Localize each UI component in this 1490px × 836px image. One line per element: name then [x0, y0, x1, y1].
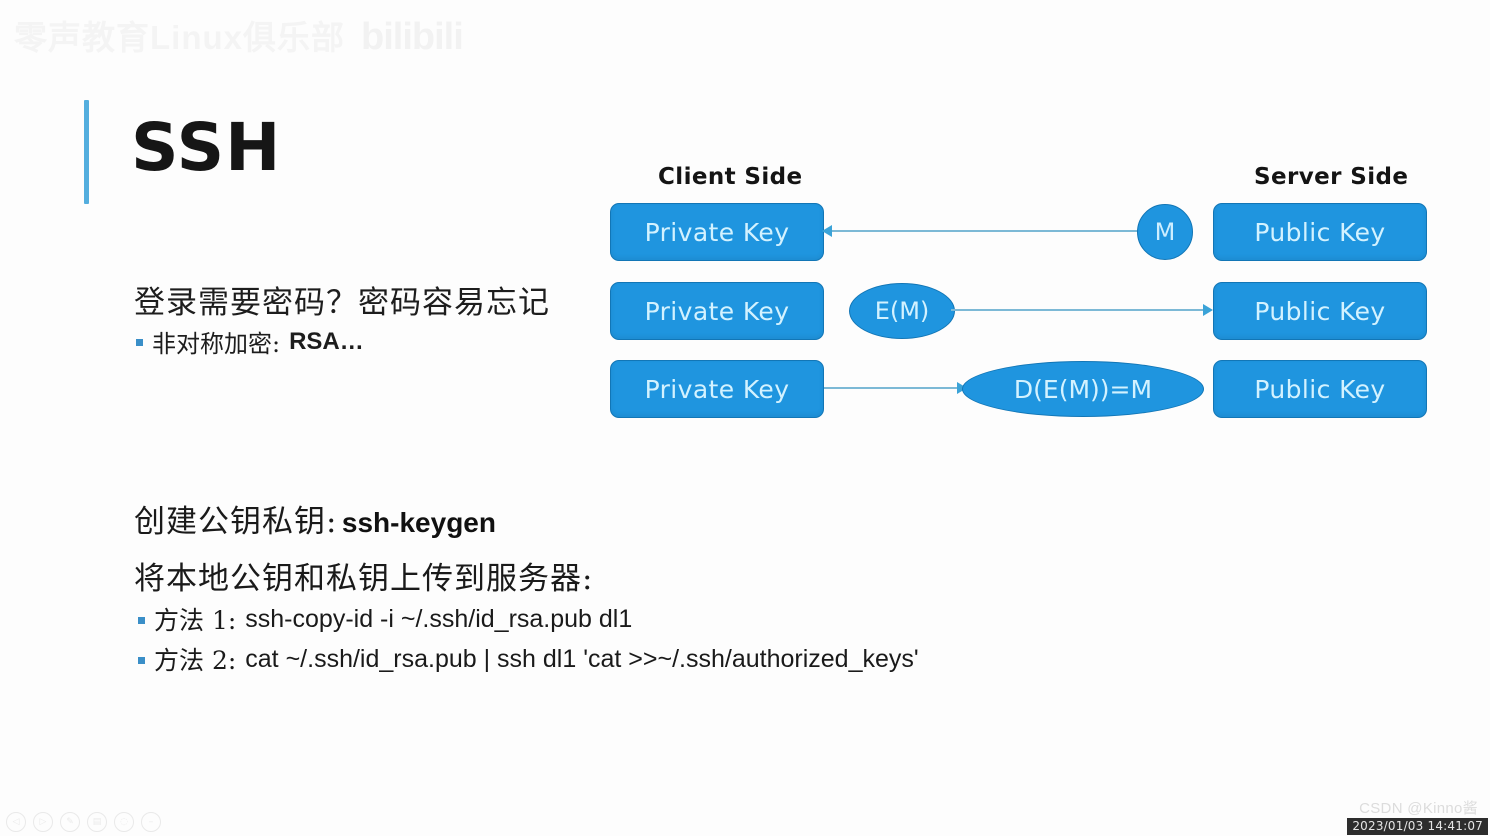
method-1-label: 方法 1: — [154, 606, 237, 635]
encrypt-node-em: E(M) — [849, 283, 955, 339]
lead-question: 登录需要密码？密码容易忘记 — [134, 285, 550, 321]
csdn-watermark: CSDN @Kinno酱 — [1359, 800, 1478, 817]
method-2-row: 方法 2: cat ~/.ssh/id_rsa.pub | ssh dl1 'c… — [138, 641, 919, 677]
connector-row3 — [824, 387, 964, 389]
brand-watermark: 零声教育Linux俱乐部 bilibili — [14, 16, 464, 58]
method-1-command: ssh-copy-id -i ~/.ssh/id_rsa.pub dl1 — [245, 604, 633, 633]
bullet-square-icon — [136, 339, 143, 346]
create-keys-label: 创建公钥私钥: — [134, 504, 338, 540]
upload-keys-label: 将本地公钥和私钥上传到服务器: — [134, 561, 594, 597]
message-node-m: M — [1137, 204, 1193, 260]
private-key-box-row1: Private Key — [610, 203, 824, 261]
public-key-box-row2: Public Key — [1213, 282, 1427, 340]
bilibili-logo-icon: bilibili — [361, 16, 464, 58]
connector-row2 — [951, 309, 1211, 311]
save-icon[interactable]: ▤ — [87, 812, 107, 832]
page-title: SSH — [84, 100, 281, 204]
bullet-label-cn: 非对称加密: — [152, 330, 281, 358]
server-side-label: Server Side — [1254, 164, 1409, 190]
slide-canvas: 零声教育Linux俱乐部 bilibili SSH 登录需要密码？密码容易忘记 … — [0, 0, 1490, 836]
method-1-row: 方法 1: ssh-copy-id -i ~/.ssh/id_rsa.pub d… — [138, 601, 632, 637]
timestamp-badge: 2023/01/03 14:41:07 — [1347, 818, 1488, 835]
title-text: SSH — [131, 109, 282, 186]
bullet-square-icon — [138, 616, 145, 624]
decrypt-node-dem: D(E(M))=M — [962, 361, 1204, 417]
private-key-box-row3: Private Key — [610, 360, 824, 418]
player-toolbar[interactable]: ◁ ▷ ✎ ▤ ◌ – — [6, 812, 161, 832]
ssh-key-exchange-diagram: Client Side Server Side Private Key M Pu… — [600, 150, 1460, 440]
minimize-icon[interactable]: – — [141, 812, 161, 832]
public-key-box-row1: Public Key — [1213, 203, 1427, 261]
arrow-left-icon-row1 — [822, 225, 832, 237]
method-2-command: cat ~/.ssh/id_rsa.pub | ssh dl1 'cat >>~… — [245, 644, 919, 673]
title-accent-bar — [84, 100, 89, 204]
connector-row1 — [824, 230, 1138, 232]
create-keys-command: ssh-keygen — [341, 507, 496, 538]
bullet-square-icon — [138, 656, 145, 664]
play-icon[interactable]: ▷ — [33, 812, 53, 832]
public-key-box-row3: Public Key — [1213, 360, 1427, 418]
bullet-asymmetric-encryption: 非对称加密: RSA… — [136, 324, 364, 359]
bullet-label-en: RSA… — [289, 327, 364, 355]
brand-watermark-text: 零声教育Linux俱乐部 — [14, 18, 345, 56]
edit-icon[interactable]: ✎ — [60, 812, 80, 832]
create-keys-line: 创建公钥私钥: ssh-keygen — [134, 496, 496, 541]
upload-keys-line: 将本地公钥和私钥上传到服务器: — [134, 553, 593, 598]
private-key-box-row2: Private Key — [610, 282, 824, 340]
zoom-icon[interactable]: ◌ — [114, 812, 134, 832]
previous-icon[interactable]: ◁ — [6, 812, 26, 832]
arrow-right-icon-row2 — [1203, 304, 1213, 316]
method-2-label: 方法 2: — [154, 646, 237, 675]
client-side-label: Client Side — [658, 164, 803, 190]
